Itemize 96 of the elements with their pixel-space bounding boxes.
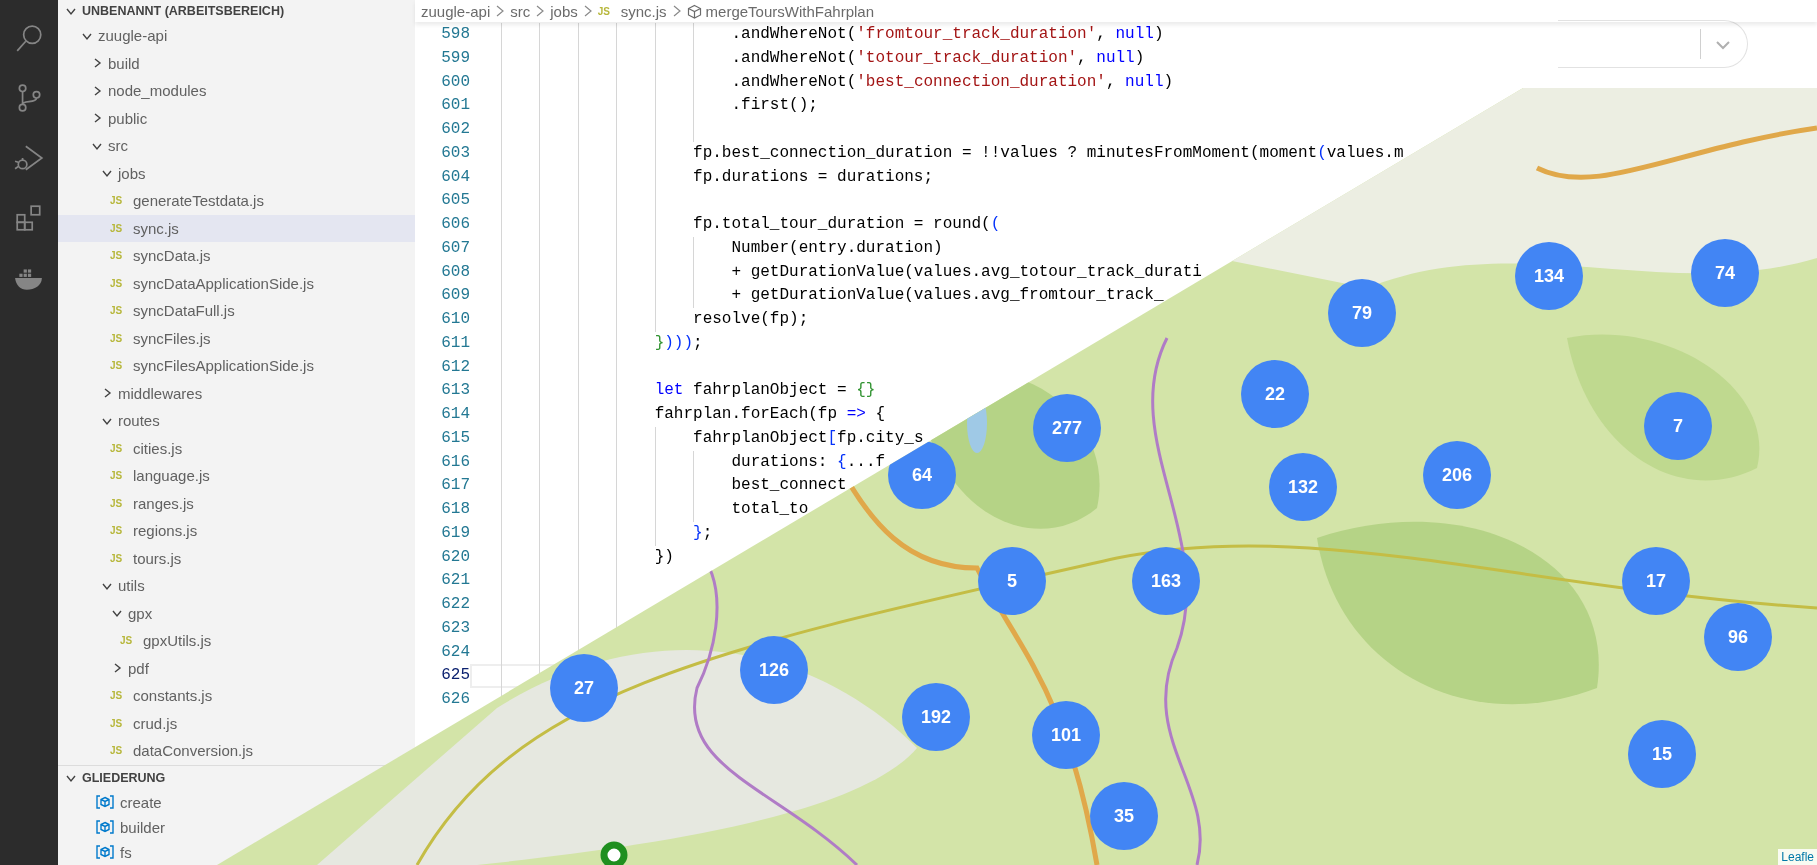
file-type-icon: JS [110, 745, 126, 757]
line-number: 602 [440, 119, 470, 140]
outline-item[interactable]: create [58, 789, 170, 815]
line-number: 615 [440, 427, 470, 449]
file-item[interactable]: JS syncDataApplicationSide.js [58, 269, 322, 297]
file-item[interactable]: JS regions.js [58, 517, 206, 545]
line-number: 601 [440, 95, 470, 117]
line-number: 607 [440, 237, 470, 259]
line-number: 606 [440, 214, 470, 235]
file-item[interactable]: JS tours.js [58, 544, 190, 572]
line-number: 613 [440, 380, 470, 402]
line-number: 618 [440, 499, 470, 520]
line-number: 600 [440, 71, 470, 93]
file-item[interactable]: JS syncFilesApplicationSide.js [58, 352, 322, 380]
line-number: 603 [440, 142, 470, 164]
section-title[interactable]: UNBENANNT (ARBEITSBEREICH) [82, 4, 285, 18]
attribution-link[interactable]: Leafle [1778, 849, 1817, 865]
folder-item[interactable]: gpx [58, 599, 161, 627]
file-type-icon: JS [110, 250, 126, 262]
folder-item[interactable]: pdf [58, 654, 157, 682]
line-number: 609 [440, 285, 470, 307]
file-item[interactable]: JS cities.js [58, 434, 191, 462]
file-type-icon: JS [110, 277, 126, 289]
symbol-icon [96, 844, 114, 861]
file-item[interactable]: JS syncFiles.js [58, 324, 219, 352]
file-type-icon: JS [110, 525, 126, 537]
file-item[interactable]: JS crud.js [58, 709, 186, 737]
line-number: 625 [440, 665, 470, 687]
file-item[interactable]: JS syncData.js [58, 242, 219, 270]
file-item[interactable]: JS sync.js [58, 214, 415, 242]
folder-item[interactable]: jobs [58, 159, 154, 187]
extensions-icon[interactable] [14, 203, 44, 233]
folder-item[interactable]: public [58, 104, 156, 132]
line-number: 599 [440, 47, 470, 69]
line-number: 608 [440, 261, 470, 283]
file-type-icon: JS [110, 332, 126, 344]
folder-item[interactable]: routes [58, 407, 168, 435]
file-type-icon: JS [110, 497, 126, 509]
breadcrumb-item[interactable]: src [510, 2, 531, 20]
line-number: 626 [440, 689, 470, 710]
line-number: 605 [440, 190, 470, 212]
file-type-icon: JS [120, 635, 136, 647]
chevron-right-icon [535, 4, 546, 18]
line-number: 612 [440, 356, 470, 378]
breadcrumb-item[interactable]: mergeToursWithFahrplan [686, 2, 874, 20]
file-item[interactable]: JS constants.js [58, 682, 221, 710]
file-type-icon: JS [110, 305, 126, 317]
file-type-icon: JS [110, 222, 126, 234]
line-number: 611 [440, 332, 470, 354]
symbol-icon [96, 819, 114, 836]
line-number: 623 [440, 617, 470, 639]
run-debug-icon[interactable] [14, 143, 44, 173]
chevron-right-icon [582, 4, 593, 18]
section-title[interactable]: GLIEDERUNG [82, 770, 166, 785]
folder-item[interactable]: middlewares [58, 379, 211, 407]
chevron-right-icon [495, 4, 506, 18]
line-number: 610 [440, 309, 470, 330]
line-number: 604 [440, 166, 470, 188]
breadcrumb-item[interactable]: JS sync.js [597, 2, 667, 20]
folder-item[interactable]: src [58, 132, 136, 160]
line-number: 624 [440, 641, 470, 663]
chevron-right-icon [671, 4, 682, 18]
file-type-icon: JS [110, 195, 126, 207]
file-type-icon: JS [597, 5, 614, 17]
search-field[interactable] [1558, 20, 1748, 68]
line-number: 616 [440, 451, 470, 473]
file-item[interactable]: JS language.js [58, 462, 218, 490]
folder-item[interactable]: node_modules [58, 77, 215, 105]
breadcrumb-item[interactable]: zuugle-api [421, 2, 491, 20]
file-item[interactable]: JS dataConversion.js [58, 737, 262, 765]
file-item[interactable]: JS syncDataFull.js [58, 297, 243, 325]
outline-item[interactable]: builder [58, 814, 174, 840]
symbol-icon [96, 794, 114, 811]
file-type-icon: JS [110, 470, 126, 482]
file-item[interactable]: JS gpxUtils.js [58, 627, 220, 655]
file-type-icon: JS [110, 552, 126, 564]
line-number: 621 [440, 570, 470, 592]
line-number: 614 [440, 404, 470, 425]
search-icon[interactable] [14, 23, 44, 53]
file-type-icon: JS [110, 717, 126, 729]
file-item[interactable]: JS generateTestdata.js [58, 187, 272, 215]
cube-icon [686, 3, 702, 19]
folder-item[interactable]: utils [58, 572, 153, 600]
file-type-icon: JS [110, 360, 126, 372]
line-number: 617 [440, 475, 470, 497]
line-number: 622 [440, 594, 470, 615]
outline-item[interactable]: fs [58, 839, 140, 865]
folder-item[interactable]: build [58, 49, 148, 77]
line-number: 619 [440, 522, 470, 544]
line-number: 620 [440, 546, 470, 568]
breadcrumb-item[interactable]: jobs [550, 2, 578, 20]
file-type-icon: JS [110, 442, 126, 454]
line-number: 598 [440, 24, 470, 45]
file-item[interactable]: JS ranges.js [58, 489, 202, 517]
folder-item[interactable]: zuugle-api [58, 22, 176, 50]
file-type-icon: JS [110, 690, 126, 702]
